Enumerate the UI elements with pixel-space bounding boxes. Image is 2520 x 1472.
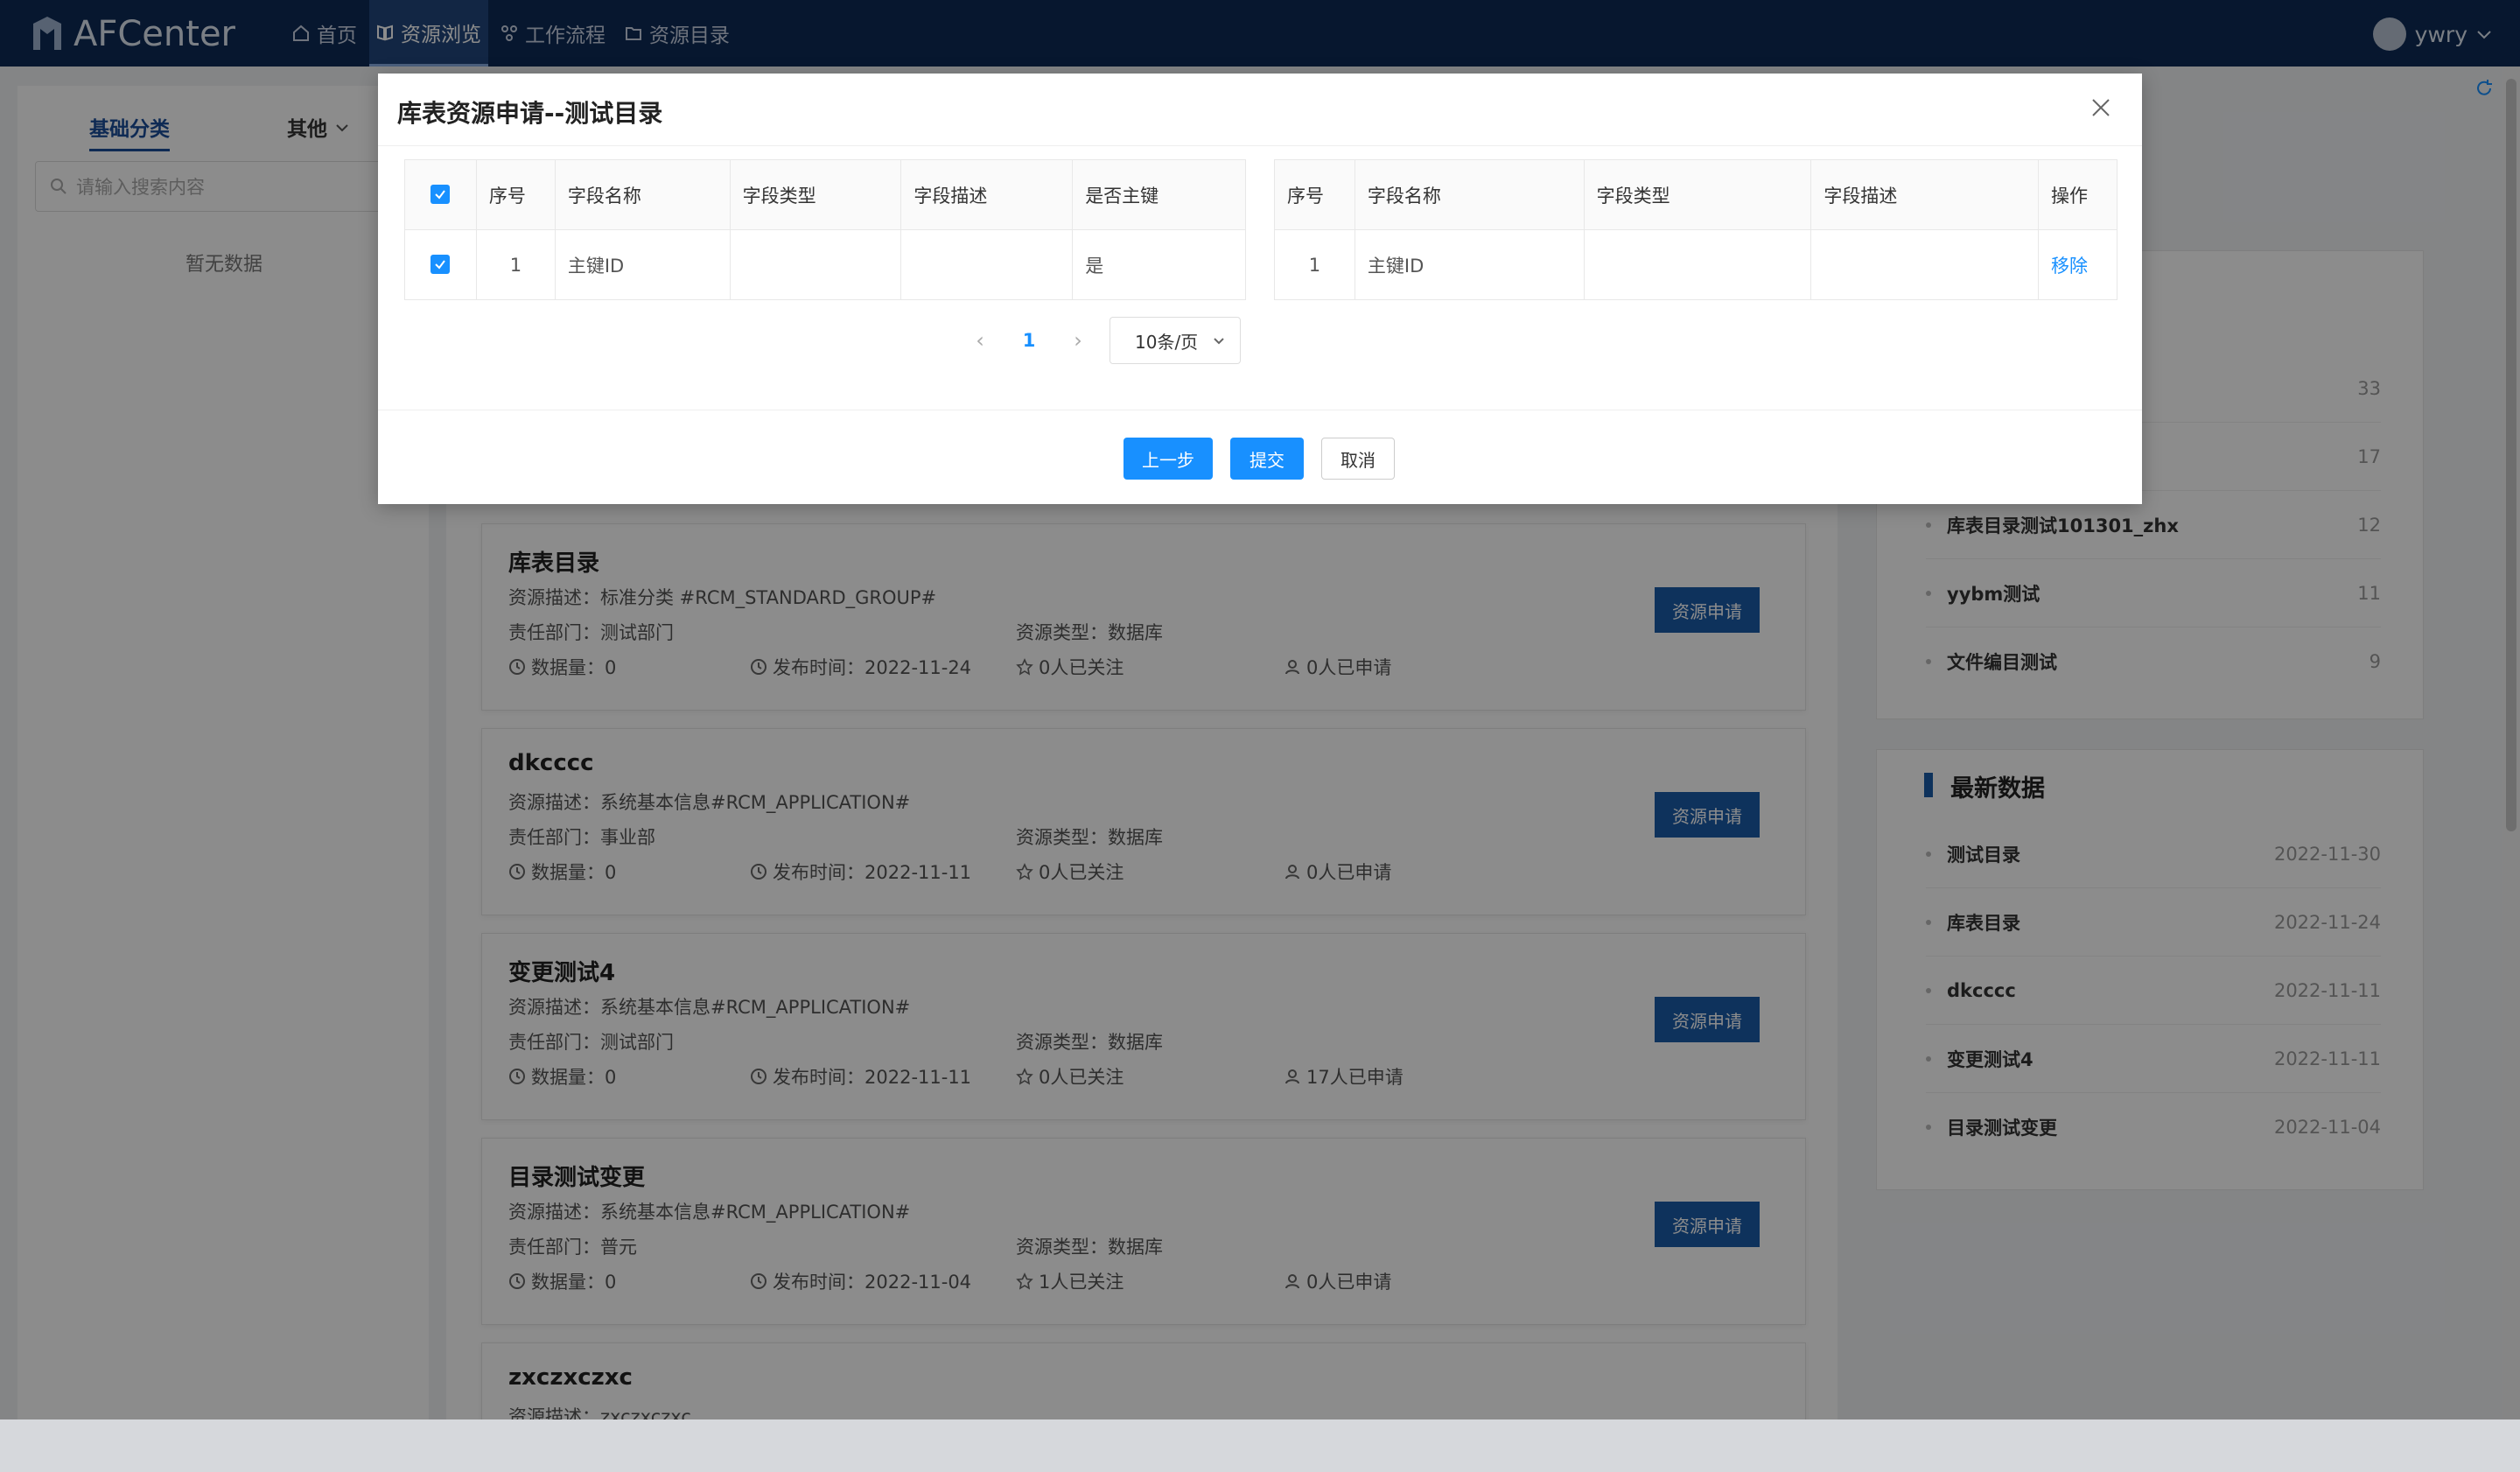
remove-link[interactable]: 移除 [2051, 256, 2088, 277]
row-field-type [1583, 229, 1812, 300]
select-all-checkbox[interactable] [430, 184, 451, 204]
submit-button[interactable]: 提交 [1230, 438, 1304, 480]
bottom-strip [0, 1419, 2520, 1472]
table-row: 1 主键ID 移除 [1274, 229, 2118, 300]
source-field-table: 序号 字段名称 字段类型 字段描述 是否主键 1 主键ID 是 [404, 159, 1246, 300]
table-header-row: 序号 字段名称 字段类型 字段描述 是否主键 [404, 159, 1246, 230]
column-header: 操作 [2038, 159, 2118, 230]
apply-modal: 库表资源申请--测试目录 序号 字段名称 字段类型 字段描述 是否主键 1 主键… [378, 74, 2142, 504]
row-index: 1 [475, 229, 556, 300]
chevron-down-icon [1214, 338, 1224, 345]
column-header: 字段描述 [1810, 159, 2040, 230]
column-header: 是否主键 [1072, 159, 1246, 230]
select-all-cell[interactable] [404, 159, 477, 230]
row-checkbox[interactable] [430, 254, 451, 274]
column-header: 字段名称 [554, 159, 731, 230]
row-index: 1 [1274, 229, 1355, 300]
table-row[interactable]: 1 主键ID 是 [404, 229, 1246, 300]
table-header-row: 序号 字段名称 字段类型 字段描述 操作 [1274, 159, 2118, 230]
row-field-desc [1810, 229, 2040, 300]
row-primary-key: 是 [1072, 229, 1246, 300]
pagination: ‹ 1 › 10条/页 [956, 317, 1241, 364]
column-header: 序号 [1274, 159, 1355, 230]
page-size-select[interactable]: 10条/页 [1110, 317, 1241, 364]
column-header: 字段类型 [1583, 159, 1812, 230]
column-header: 字段名称 [1354, 159, 1585, 230]
prev-step-button[interactable]: 上一步 [1124, 438, 1213, 480]
column-header: 序号 [475, 159, 556, 230]
close-icon[interactable] [2090, 96, 2112, 119]
row-action-cell: 移除 [2038, 229, 2118, 300]
row-field-name: 主键ID [1354, 229, 1585, 300]
prev-page-icon[interactable]: ‹ [956, 328, 1004, 353]
selected-field-table: 序号 字段名称 字段类型 字段描述 操作 1 主键ID 移除 [1274, 159, 2118, 300]
row-field-name: 主键ID [554, 229, 731, 300]
column-header: 字段类型 [729, 159, 902, 230]
check-icon [435, 259, 446, 270]
cancel-button[interactable]: 取消 [1321, 438, 1395, 480]
page-size-value: 10条/页 [1135, 331, 1199, 353]
row-select-cell[interactable] [404, 229, 477, 300]
check-icon [435, 189, 446, 200]
row-field-type [729, 229, 902, 300]
page-number-current[interactable]: 1 [1004, 330, 1054, 351]
next-page-icon[interactable]: › [1054, 328, 1102, 353]
modal-title: 库表资源申请--测试目录 [397, 99, 663, 128]
column-header: 字段描述 [900, 159, 1074, 230]
row-field-desc [900, 229, 1074, 300]
divider [378, 145, 2142, 146]
